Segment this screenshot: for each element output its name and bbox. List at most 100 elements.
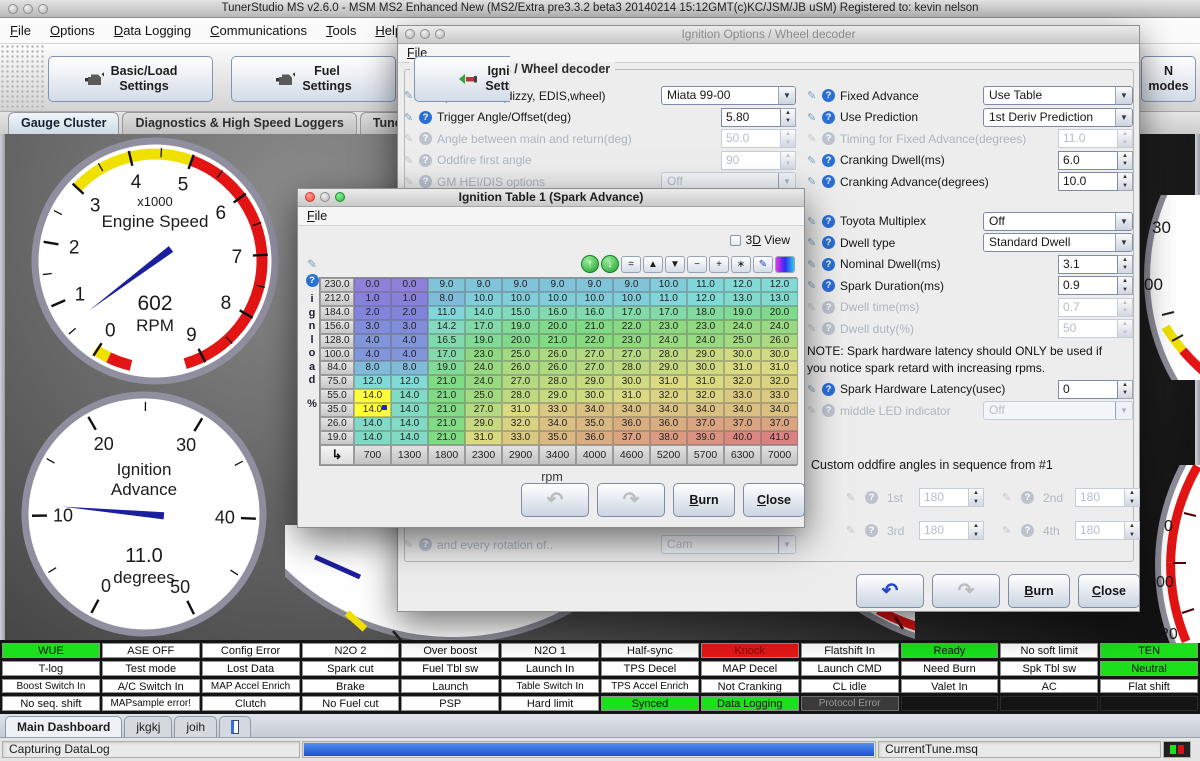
table-cell[interactable]: 23.0 [465,348,502,362]
table-cell[interactable]: 24.0 [465,361,502,375]
table-down-icon[interactable]: ↓ [601,255,619,273]
decrement-icon[interactable]: ▼ [665,256,685,273]
burn-button[interactable]: Burn [1008,574,1070,608]
menu-data-logging[interactable]: Data Logging [114,18,191,43]
burn-button[interactable]: Burn [673,483,735,517]
table-cell[interactable]: 10.0 [650,278,687,292]
table-cell[interactable]: 4.0 [391,348,428,362]
table-cell[interactable]: 23.0 [687,320,724,334]
help-icon[interactable]: ? [822,258,835,271]
table-cell[interactable]: 37.0 [761,417,798,431]
table-cell[interactable]: 14.0 [354,389,391,403]
table-cell[interactable]: 31.0 [761,361,798,375]
dashboard-tab-joih[interactable]: joih [174,716,217,737]
maximize-icon[interactable] [38,4,48,14]
table-cell[interactable]: 8.0 [428,292,465,306]
dropdown[interactable]: Use Table▼ [983,86,1133,105]
table-cell[interactable]: 25.0 [502,348,539,362]
table-cell[interactable]: 17.0 [465,320,502,334]
fuel-settings-button[interactable]: FuelSettings [231,56,396,102]
table-cell[interactable]: 19.0 [502,320,539,334]
table-cell[interactable]: 37.0 [724,417,761,431]
table-cell[interactable]: 8.0 [391,361,428,375]
help-icon[interactable]: ? [419,132,432,145]
table-cell[interactable]: 22.0 [613,320,650,334]
table-cell[interactable]: 37.0 [687,417,724,431]
redo-button[interactable]: ↷ [932,574,1000,608]
table-cell[interactable]: 0.0 [391,278,428,292]
table-cell[interactable]: 24.0 [650,334,687,348]
help-icon[interactable]: ? [419,111,432,124]
table-cell[interactable]: 10.0 [502,292,539,306]
table-cell[interactable]: 3.0 [391,320,428,334]
spinner[interactable]: 5.80▲▼ [721,108,796,127]
table-cell[interactable]: 4.0 [354,348,391,362]
table-cell[interactable]: 11.0 [428,306,465,320]
table-cell[interactable]: 31.0 [465,431,502,445]
help-icon[interactable]: ? [419,175,432,188]
table-cell[interactable]: 41.0 [761,431,798,445]
close-button[interactable]: Close [743,483,805,517]
table-cell[interactable]: 14.0 [391,417,428,431]
set-equal-icon[interactable]: = [621,256,641,273]
table-cell[interactable]: 1.0 [354,292,391,306]
table-cell[interactable]: 12.0 [391,375,428,389]
table-cell[interactable]: 10.0 [465,292,502,306]
table-cell[interactable]: 11.0 [687,278,724,292]
table-cell[interactable]: 37.0 [613,431,650,445]
table-cell[interactable]: 34.0 [761,403,798,417]
table-cell[interactable]: 21.0 [428,375,465,389]
table-cell[interactable]: 36.0 [650,417,687,431]
minus-icon[interactable]: − [687,256,707,273]
table-cell[interactable]: 26.0 [539,361,576,375]
help-icon[interactable]: ? [822,132,835,145]
table-cell[interactable]: 1.0 [391,292,428,306]
table-cell[interactable]: 9.0 [502,278,539,292]
table-cell[interactable]: 32.0 [724,375,761,389]
table-cell[interactable]: 12.0 [761,278,798,292]
table-cell[interactable]: 4.0 [354,334,391,348]
table-cell[interactable]: 12.0 [687,292,724,306]
close-icon[interactable] [405,29,415,39]
table-cell[interactable]: 9.0 [465,278,502,292]
minimize-icon[interactable] [320,192,330,202]
help-icon[interactable]: ? [822,215,835,228]
help-icon[interactable]: ? [822,322,835,335]
table-cell[interactable]: 8.0 [354,361,391,375]
menu-options[interactable]: Options [50,18,95,43]
help-icon[interactable]: ? [306,274,319,287]
ignition-settings-button[interactable]: IgnitionSettings [414,56,510,102]
help-icon[interactable]: ? [822,236,835,249]
table-cell[interactable]: 33.0 [502,431,539,445]
menu-communications[interactable]: Communications [210,18,307,43]
table-cell[interactable]: 33.0 [724,389,761,403]
table-cell[interactable]: 14.0 [354,431,391,445]
table-cell[interactable]: 26.0 [539,348,576,362]
table-cell[interactable]: 35.0 [539,431,576,445]
spinner-buttons[interactable]: ▲▼ [1118,255,1133,274]
table-cell[interactable]: 34.0 [724,403,761,417]
table-up-icon[interactable]: ↑ [581,255,599,273]
table-cell[interactable]: 12.0 [354,375,391,389]
table-cell[interactable]: 9.0 [613,278,650,292]
table-cell[interactable]: 31.0 [613,389,650,403]
basic-load-settings-button[interactable]: Basic/LoadSettings [48,56,213,102]
table-cell[interactable]: 27.0 [576,361,613,375]
spinner[interactable]: 3.1▲▼ [1058,255,1133,274]
table-cell[interactable]: 17.0 [428,348,465,362]
undo-button[interactable]: ↶ [521,483,589,517]
table-cell[interactable]: 34.0 [650,403,687,417]
spinner[interactable]: 0.9▲▼ [1058,276,1133,295]
help-icon[interactable]: ? [822,279,835,292]
table-cell[interactable]: 14.0 [391,431,428,445]
table-cell[interactable]: 21.0 [428,403,465,417]
view-3d-toggle[interactable]: 3D View [730,233,791,247]
dashboard-tab-jkgkj[interactable]: jkgkj [124,716,172,737]
table-cell[interactable]: 34.0 [687,403,724,417]
help-icon[interactable]: ? [822,383,835,396]
table-cell[interactable]: 0.0 [354,278,391,292]
tab-diagnostics-high-speed-loggers[interactable]: Diagnostics & High Speed Loggers [122,112,356,134]
table-cell[interactable]: 39.0 [687,431,724,445]
table-cell[interactable]: 40.0 [724,431,761,445]
spinner[interactable]: 0▲▼ [1058,380,1133,399]
